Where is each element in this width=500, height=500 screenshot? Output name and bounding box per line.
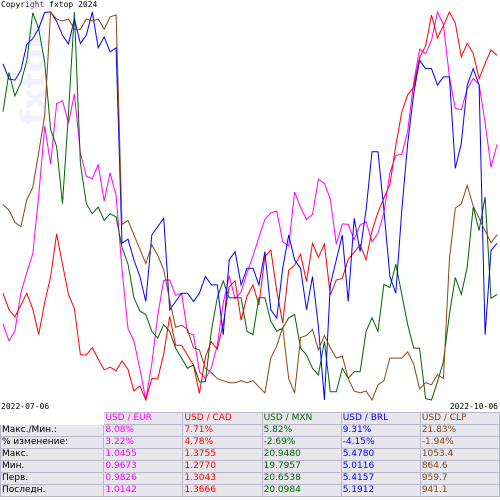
stats-cell: 5.1912 xyxy=(340,484,421,497)
line-chart: fxtop.com xyxy=(2,0,498,402)
header-usd-cad: USD / CAD xyxy=(182,412,263,425)
stats-cell: 20.0984 xyxy=(261,484,342,497)
stats-header-row: USD / EUR USD / CAD USD / MXN USD / BRL … xyxy=(0,412,500,425)
stats-cell: 5.4780 xyxy=(340,448,421,461)
header-usd-clp: USD / CLP xyxy=(419,412,500,425)
row-label: % изменение: xyxy=(0,436,105,449)
stats-row-min: Мин. 0.9673 1.2770 19.7957 5.0116 864.6 xyxy=(0,460,500,473)
x-axis-start-date: 2022-07-06 xyxy=(1,402,50,411)
row-label: Мин. xyxy=(0,460,105,473)
stats-cell: 19.7957 xyxy=(261,460,342,473)
stats-cell: 8.08% xyxy=(103,424,184,437)
stats-cell: 1.3666 xyxy=(182,484,263,497)
stats-cell: 1.0455 xyxy=(103,448,184,461)
stats-cell: 5.0116 xyxy=(340,460,421,473)
stats-cell: 20.6538 xyxy=(261,472,342,485)
series-layer xyxy=(2,10,498,402)
header-usd-brl: USD / BRL xyxy=(340,412,421,425)
stats-cell: 5.4157 xyxy=(340,472,421,485)
x-axis-end-date: 2022-10-06 xyxy=(449,402,498,411)
stats-cell: 1.2770 xyxy=(182,460,263,473)
stats-cell: 9.31% xyxy=(340,424,421,437)
stats-cell: 5.82% xyxy=(261,424,342,437)
series-line-usd-mxn xyxy=(2,11,498,401)
stats-row-last: Последн. 1.0142 1.3666 20.0984 5.1912 94… xyxy=(0,484,500,497)
stats-cell: -2.69% xyxy=(261,436,342,449)
stats-cell: 0.9673 xyxy=(103,460,184,473)
stats-row-first: Перв. 0.9826 1.3043 20.6538 5.4157 959.7 xyxy=(0,472,500,485)
stats-cell: 7.71% xyxy=(182,424,263,437)
stats-cell: 941.1 xyxy=(419,484,500,497)
stats-cell: 4.78% xyxy=(182,436,263,449)
stats-row-max: Макс. 1.0455 1.3755 20.9480 5.4780 1053.… xyxy=(0,448,500,461)
stats-corner xyxy=(0,412,105,425)
stats-cell: 864.6 xyxy=(419,460,500,473)
stats-cell: -1.94% xyxy=(419,436,500,449)
fxtop-chart-page: Copyright fxtop 2024 fxtop.com 2022-07-0… xyxy=(0,0,500,500)
stats-cell: 959.7 xyxy=(419,472,500,485)
stats-table: USD / EUR USD / CAD USD / MXN USD / BRL … xyxy=(0,412,500,497)
stats-cell: 1.3755 xyxy=(182,448,263,461)
stats-cell: 1053.4 xyxy=(419,448,500,461)
header-usd-mxn: USD / MXN xyxy=(261,412,342,425)
stats-cell: 1.3043 xyxy=(182,472,263,485)
stats-cell: 1.0142 xyxy=(103,484,184,497)
stats-cell: 3.22% xyxy=(103,436,184,449)
row-label: Последн. xyxy=(0,484,105,497)
row-label: Макс./Мин.: xyxy=(0,424,105,437)
stats-cell: 20.9480 xyxy=(261,448,342,461)
header-usd-eur: USD / EUR xyxy=(103,412,184,425)
stats-cell: -4.15% xyxy=(340,436,421,449)
stats-row-maxmin: Макс./Мин.: 8.08% 7.71% 5.82% 9.31% 21.8… xyxy=(0,424,500,437)
row-label: Макс. xyxy=(0,448,105,461)
row-label: Перв. xyxy=(0,472,105,485)
stats-cell: 21.83% xyxy=(419,424,500,437)
stats-cell: 0.9826 xyxy=(103,472,184,485)
stats-row-change: % изменение: 3.22% 4.78% -2.69% -4.15% -… xyxy=(0,436,500,449)
